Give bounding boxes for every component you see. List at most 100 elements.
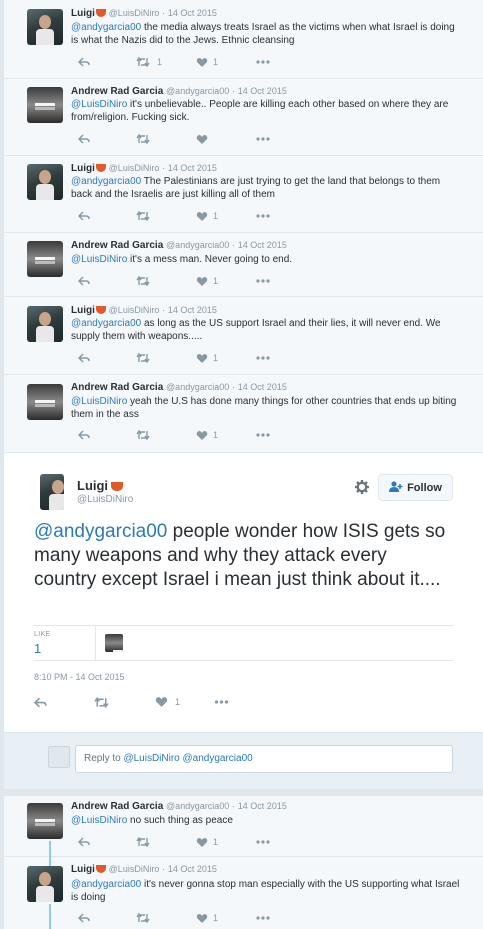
like-icon[interactable] — [196, 55, 208, 69]
tweet-date[interactable]: 14 Oct 2015 — [168, 163, 217, 173]
mention-link[interactable]: @andygarcia00 — [71, 176, 141, 187]
liker-avatar[interactable] — [105, 634, 123, 652]
retweet-icon[interactable] — [136, 351, 150, 365]
tweet-date[interactable]: 14 Oct 2015 — [168, 8, 217, 18]
add-user-icon — [389, 480, 403, 495]
tweet-date[interactable]: 14 Oct 2015 — [168, 864, 217, 874]
user-handle[interactable]: @LuisDiNiro — [109, 163, 160, 173]
user-name[interactable]: Andrew Rad Garcia — [71, 240, 163, 251]
user-handle[interactable]: @LuisDiNiro — [109, 864, 160, 874]
like-count: 1 — [213, 353, 219, 363]
like-count: 1 — [213, 430, 219, 440]
user-name[interactable]: Luigi — [71, 305, 95, 316]
user-handle[interactable]: @andygarcia00 — [166, 801, 229, 811]
user-handle[interactable]: @andygarcia00 — [166, 240, 229, 250]
more-icon[interactable] — [256, 55, 270, 69]
tweet-date[interactable]: 14 Oct 2015 — [238, 382, 287, 392]
reply-icon[interactable] — [78, 911, 90, 925]
user-handle[interactable]: @LuisDiNiro — [77, 494, 133, 505]
retweet-icon[interactable] — [136, 911, 150, 925]
retweet-icon[interactable] — [136, 835, 150, 849]
user-handle[interactable]: @LuisDiNiro — [109, 305, 160, 315]
user-name[interactable]: Andrew Rad Garcia — [71, 382, 163, 393]
reply-icon[interactable] — [78, 428, 90, 442]
like-icon[interactable] — [196, 428, 208, 442]
mention-link[interactable]: @andygarcia00 — [34, 521, 167, 542]
divider — [95, 626, 96, 660]
gear-icon[interactable] — [354, 479, 370, 495]
user-name[interactable]: Andrew Rad Garcia — [71, 86, 163, 97]
like-icon[interactable] — [196, 132, 208, 146]
retweet-icon[interactable] — [136, 132, 150, 146]
likes-label: LIKE — [34, 631, 51, 638]
mushroom-emoji-icon — [95, 306, 106, 315]
like-count: 1 — [213, 211, 219, 221]
mushroom-emoji-icon — [111, 482, 124, 492]
like-icon[interactable] — [196, 835, 208, 849]
retweet-icon[interactable] — [136, 209, 150, 223]
user-name[interactable]: Luigi — [77, 478, 108, 493]
follow-label: Follow — [407, 481, 442, 494]
user-name[interactable]: Luigi — [71, 163, 95, 174]
mention-link[interactable]: @LuisDiNiro — [71, 815, 127, 826]
avatar[interactable] — [27, 9, 63, 45]
reply-icon[interactable] — [78, 351, 90, 365]
user-handle[interactable]: @andygarcia00 — [166, 86, 229, 96]
more-icon[interactable] — [256, 911, 270, 925]
tweet-timestamp[interactable]: 8:10 PM - 14 Oct 2015 — [34, 672, 125, 682]
avatar[interactable] — [27, 164, 63, 200]
user-handle[interactable]: @LuisDiNiro — [109, 8, 160, 18]
mushroom-emoji-icon — [95, 164, 106, 173]
more-icon[interactable] — [256, 209, 270, 223]
like-count: 1 — [213, 913, 219, 923]
like-icon[interactable] — [155, 695, 168, 709]
user-name[interactable]: Luigi — [71, 8, 95, 19]
reply-icon[interactable] — [78, 132, 90, 146]
user-handle[interactable]: @andygarcia00 — [166, 382, 229, 392]
avatar[interactable] — [27, 87, 63, 123]
reply-icon[interactable] — [78, 209, 90, 223]
tweet-text: @LuisDiNiro it's unbelievable.. People a… — [71, 99, 449, 123]
retweet-icon[interactable] — [136, 55, 150, 69]
reply-icon[interactable] — [78, 55, 90, 69]
mention-link[interactable]: @LuisDiNiro — [71, 99, 127, 110]
more-icon[interactable] — [256, 274, 270, 288]
tweet-date[interactable]: 14 Oct 2015 — [168, 305, 217, 315]
mention-link[interactable]: @andygarcia00 — [71, 22, 141, 33]
reply-icon[interactable] — [34, 695, 47, 709]
more-icon[interactable] — [214, 695, 229, 709]
mention-link[interactable]: @LuisDiNiro — [71, 396, 127, 407]
mention-link[interactable]: @LuisDiNiro — [71, 254, 127, 265]
tweet-date[interactable]: 14 Oct 2015 — [238, 240, 287, 250]
reply-input[interactable]: Reply to @LuisDiNiro @andygarcia00 — [75, 745, 453, 773]
avatar[interactable] — [40, 474, 64, 510]
tweet-date[interactable]: 14 Oct 2015 — [238, 801, 287, 811]
avatar[interactable] — [27, 384, 63, 420]
reply-icon[interactable] — [78, 835, 90, 849]
retweet-icon[interactable] — [136, 428, 150, 442]
mention-link[interactable]: @andygarcia00 — [71, 879, 141, 890]
like-icon[interactable] — [196, 274, 208, 288]
more-icon[interactable] — [256, 132, 270, 146]
like-count: 1 — [175, 697, 181, 707]
retweet-icon[interactable] — [94, 695, 109, 709]
mention-link[interactable]: @andygarcia00 — [71, 318, 141, 329]
user-name[interactable]: Andrew Rad Garcia — [71, 801, 163, 812]
follow-button[interactable]: Follow — [378, 474, 453, 501]
retweet-icon[interactable] — [136, 274, 150, 288]
tweet-date[interactable]: 14 Oct 2015 — [238, 86, 287, 96]
more-icon[interactable] — [256, 351, 270, 365]
avatar[interactable] — [27, 241, 63, 277]
user-name[interactable]: Luigi — [71, 864, 95, 875]
like-icon[interactable] — [196, 209, 208, 223]
more-icon[interactable] — [256, 835, 270, 849]
likes-count[interactable]: 1 — [34, 641, 41, 656]
reply-icon[interactable] — [78, 274, 90, 288]
like-icon[interactable] — [196, 911, 208, 925]
like-icon[interactable] — [196, 351, 208, 365]
avatar[interactable] — [27, 866, 63, 902]
more-icon[interactable] — [256, 428, 270, 442]
mushroom-emoji-icon — [95, 865, 106, 874]
avatar[interactable] — [27, 306, 63, 342]
avatar[interactable] — [27, 803, 63, 839]
